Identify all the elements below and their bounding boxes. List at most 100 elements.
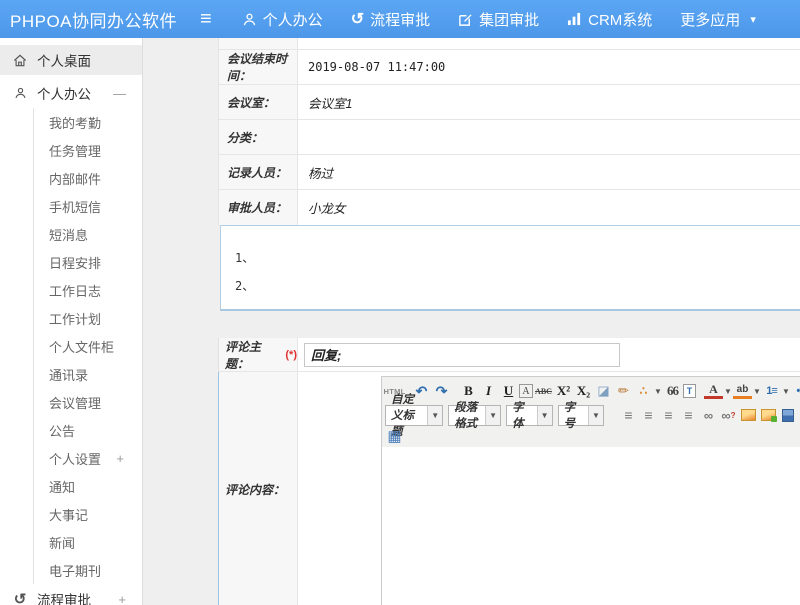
sidebar-item-label: 工作日志 <box>49 281 101 300</box>
blockquote-icon[interactable]: 66 <box>663 382 682 401</box>
superscript-icon[interactable]: X² <box>554 382 573 401</box>
nav-item-label: 流程审批 <box>370 9 430 30</box>
font-style-icon[interactable]: A <box>519 384 533 398</box>
sidebar-item-label: 手机短信 <box>49 197 101 216</box>
minutes-line: 2、 <box>235 272 800 300</box>
select-label: 字号 <box>559 406 588 425</box>
form-label: 评论主题： (*) <box>219 338 298 371</box>
sidebar-item-label: 我的考勤 <box>49 113 101 132</box>
font-family-select[interactable]: 字体 ▼ <box>506 405 552 426</box>
remove-format-icon[interactable]: ◪ <box>594 382 613 401</box>
unlink-icon[interactable]: ∞? <box>719 406 738 425</box>
bar-chart-icon <box>567 12 582 26</box>
hamburger-menu-icon[interactable]: ≡ <box>196 8 228 31</box>
sidebar-item-personal-desktop[interactable]: 个人桌面 <box>0 45 142 75</box>
sidebar-item-label: 新闻 <box>49 533 75 552</box>
expand-icon[interactable]: + <box>116 451 124 466</box>
italic-icon[interactable]: I <box>479 382 498 401</box>
justify-icon[interactable]: ≡ <box>679 406 698 425</box>
strikethrough-icon[interactable]: ABC <box>534 382 553 401</box>
collapse-icon[interactable]: — <box>113 86 126 101</box>
sidebar-item-work-plan[interactable]: 工作计划 <box>34 304 142 332</box>
sidebar-item-label: 通知 <box>49 477 75 496</box>
sidebar-item-news[interactable]: 新闻 <box>34 528 142 556</box>
form-label: 评论内容： <box>219 372 298 605</box>
sidebar-item-workflow-approval[interactable]: ↺ 流程审批 + <box>0 584 142 605</box>
multi-image-icon[interactable] <box>759 406 778 425</box>
redo-icon[interactable]: ↷ <box>432 382 451 401</box>
caret-down-icon[interactable]: ▼ <box>753 382 761 401</box>
form-value: 会议室1 <box>298 85 800 119</box>
caret-down-icon[interactable]: ▼ <box>654 382 662 401</box>
sidebar-item-announcement[interactable]: 公告 <box>34 416 142 444</box>
history-icon: ↺ <box>12 591 28 605</box>
editor-content-area[interactable] <box>382 447 800 605</box>
nav-item-label: CRM系统 <box>588 9 652 30</box>
sidebar-item-internal-mail[interactable]: 内部邮件 <box>34 164 142 192</box>
underline-icon[interactable]: U <box>499 382 518 401</box>
font-size-select[interactable]: 字号 ▼ <box>558 405 604 426</box>
highlight-color-icon[interactable]: ab <box>733 383 752 399</box>
sidebar-item-short-message[interactable]: 短消息 <box>34 220 142 248</box>
comment-subject-input[interactable] <box>304 343 620 367</box>
insert-table-icon[interactable]: ▦ <box>385 427 404 446</box>
nav-item-label: 更多应用 <box>680 9 740 30</box>
insert-media-icon[interactable] <box>779 406 798 425</box>
insert-link-icon[interactable]: ∞ <box>699 406 718 425</box>
nav-item-more-apps[interactable]: 更多应用 ▾ <box>666 0 770 38</box>
paste-as-text-icon[interactable]: T <box>683 384 696 398</box>
ordered-list-icon[interactable]: 1≡ <box>762 382 781 401</box>
form-label: 会议室： <box>219 85 298 119</box>
sidebar-item-sms[interactable]: 手机短信 <box>34 192 142 220</box>
subscript-icon[interactable]: X₂ <box>574 382 593 401</box>
form-label <box>219 38 298 49</box>
sidebar-item-work-log[interactable]: 工作日志 <box>34 276 142 304</box>
font-color-icon[interactable]: A <box>704 383 723 399</box>
table-row: 审批人员： 小龙女 <box>219 190 800 225</box>
nav-item-group-approval[interactable]: 集团审批 <box>444 0 553 38</box>
sidebar-item-task-management[interactable]: 任务管理 <box>34 136 142 164</box>
home-icon <box>12 52 28 68</box>
insert-image-icon[interactable] <box>739 406 758 425</box>
unordered-list-icon[interactable]: •≡ <box>791 382 800 401</box>
sidebar-submenu: 我的考勤 任务管理 内部邮件 手机短信 短消息 日程安排 工作日志 工作计划 个… <box>33 108 142 584</box>
sidebar-item-personal-settings[interactable]: 个人设置 + <box>34 444 142 472</box>
sidebar-item-contacts[interactable]: 通讯录 <box>34 360 142 388</box>
sidebar-item-personal-office[interactable]: 个人办公 — <box>0 78 142 108</box>
caret-down-icon[interactable]: ▼ <box>724 382 732 401</box>
toolbar-row-2: 自定义标题 ▼ 段落格式 ▼ 字体 ▼ <box>385 403 798 427</box>
sidebar-item-e-journal[interactable]: 电子期刊 <box>34 556 142 584</box>
form-label: 记录人员： <box>219 155 298 189</box>
custom-heading-select[interactable]: 自定义标题 ▼ <box>385 405 443 426</box>
sidebar-item-label: 电子期刊 <box>49 561 101 580</box>
paragraph-format-select[interactable]: 段落格式 ▼ <box>448 405 501 426</box>
sidebar-item-major-events[interactable]: 大事记 <box>34 500 142 528</box>
comment-content-label: 评论内容： <box>225 481 285 498</box>
align-right-icon[interactable]: ≡ <box>659 406 678 425</box>
image-thumb <box>741 409 756 421</box>
sidebar-item-label: 会议管理 <box>49 393 101 412</box>
sidebar-item-label: 日程安排 <box>49 253 101 272</box>
align-center-icon[interactable]: ≡ <box>639 406 658 425</box>
nav-item-workflow-approval[interactable]: ↺ 流程审批 <box>337 0 444 38</box>
nav-item-crm[interactable]: CRM系统 <box>553 0 666 38</box>
special-char-icon[interactable]: ∴ <box>634 382 653 401</box>
media-thumb <box>782 409 794 422</box>
sidebar-item-schedule[interactable]: 日程安排 <box>34 248 142 276</box>
sidebar-item-my-attendance[interactable]: 我的考勤 <box>34 108 142 136</box>
form-value: 2019-08-07 11:47:00 <box>298 50 800 84</box>
sidebar-item-label: 短消息 <box>49 225 88 244</box>
format-brush-icon[interactable]: ✏ <box>614 382 633 401</box>
comment-content-row: 评论内容： HTML ↶ ↷ B <box>218 372 800 605</box>
sidebar-item-label: 内部邮件 <box>49 169 101 188</box>
bold-icon[interactable]: B <box>459 382 478 401</box>
nav-item-personal-office[interactable]: 个人办公 <box>228 0 337 38</box>
expand-icon[interactable]: + <box>118 592 126 605</box>
caret-down-icon[interactable]: ▼ <box>782 382 790 401</box>
edit-icon <box>458 12 473 27</box>
sidebar-item-meeting-management[interactable]: 会议管理 <box>34 388 142 416</box>
sidebar-item-personal-files[interactable]: 个人文件柜 <box>34 332 142 360</box>
comment-subject-label: 评论主题： <box>225 338 282 372</box>
align-left-icon[interactable]: ≡ <box>619 406 638 425</box>
sidebar-item-notice[interactable]: 通知 <box>34 472 142 500</box>
